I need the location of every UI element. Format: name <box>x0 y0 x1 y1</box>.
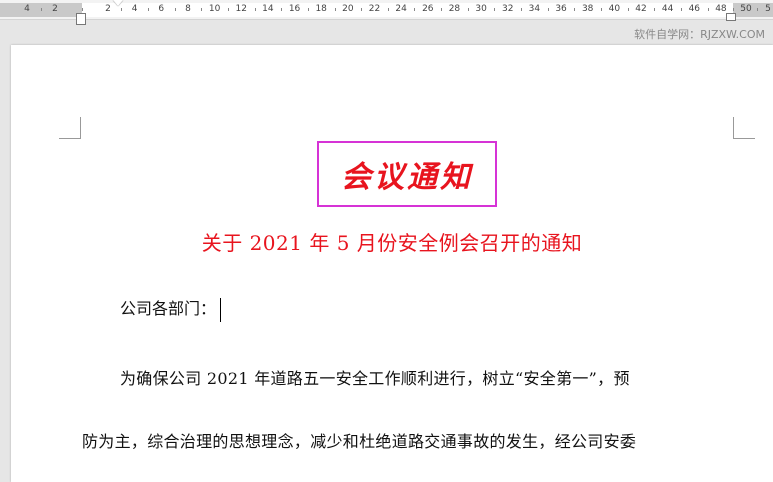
document-page[interactable]: 会议通知 关于 2021 年 5 月份安全例会召开的通知 公司各部门： 为确保公… <box>11 45 773 482</box>
ruler-number: 22 <box>368 4 381 14</box>
ruler-tick <box>121 8 123 11</box>
ruler-number: 42 <box>635 4 647 14</box>
ruler-number: 2 <box>105 4 111 14</box>
margin-corner-right-marker <box>733 117 755 139</box>
margin-corner-left-marker <box>59 117 81 139</box>
site-watermark: 软件自学网：RJZXW.COM <box>634 28 765 41</box>
ruler-number: 34 <box>528 4 541 14</box>
document-subtitle[interactable]: 关于 2021 年 5 月份安全例会召开的通知 <box>11 227 773 256</box>
title-selection-box[interactable]: 会议通知 <box>317 141 497 207</box>
ruler-number: 6 <box>158 4 165 14</box>
ruler-tick <box>387 8 389 11</box>
paragraph-line-2[interactable]: 防为主，综合治理的思想理念，减少和杜绝道路交通事故的发生，经公司安委 <box>82 428 636 452</box>
left-indent-marker[interactable] <box>76 13 86 25</box>
ruler-tick <box>227 8 229 11</box>
ruler-number: 2 <box>52 4 58 14</box>
ruler-number: 38 <box>581 4 594 14</box>
ruler-number: 28 <box>448 4 461 14</box>
ruler-tick <box>757 8 758 11</box>
ruler-number: 20 <box>342 4 354 14</box>
ruler-tick <box>254 8 256 11</box>
ruler-number: 5 <box>765 4 771 14</box>
text-cursor <box>220 297 222 322</box>
ruler-tick <box>547 8 549 11</box>
paragraph-line-1[interactable]: 为确保公司 2021 年道路五一安全工作顺利进行，树立“安全第一”，预 <box>120 365 630 389</box>
ruler-tick <box>41 8 42 11</box>
ruler-tick <box>414 8 416 11</box>
ruler-number: 16 <box>288 4 301 14</box>
first-line-indent-marker[interactable] <box>113 0 123 6</box>
ruler-tick <box>307 8 309 11</box>
ruler-number: 12 <box>235 4 247 14</box>
horizontal-ruler[interactable]: 4 2 2 4 6 8 10 12 14 16 18 20 22 24 26 28 30 32 34 36 38 40 42… <box>0 0 773 25</box>
ruler-tick <box>601 8 603 11</box>
ruler-tick <box>680 8 682 11</box>
ruler-number: 46 <box>688 4 701 14</box>
right-indent-marker[interactable] <box>726 13 736 21</box>
ruler-tick <box>494 8 496 11</box>
salutation-line[interactable]: 公司各部门： <box>120 295 222 322</box>
ruler-tick <box>334 8 336 11</box>
ruler-number: 50 <box>740 4 752 14</box>
ruler-tick <box>201 8 203 11</box>
ruler-number: 32 <box>502 4 514 14</box>
ruler-number: 18 <box>315 4 327 14</box>
ruler-number: 36 <box>555 4 567 14</box>
ruler-tick <box>174 8 176 11</box>
ruler-number: 14 <box>262 4 274 14</box>
document-title[interactable]: 会议通知 <box>341 152 473 196</box>
ruler-tick <box>627 8 629 11</box>
ruler-tick <box>361 8 363 11</box>
ruler-number: 10 <box>208 4 221 14</box>
ruler-tick <box>574 8 576 11</box>
ruler-tick <box>147 8 149 11</box>
ruler-tick <box>467 8 469 11</box>
ruler-tick <box>733 8 735 11</box>
salutation-text: 公司各部门： <box>120 299 217 318</box>
ruler-tick <box>707 8 709 11</box>
ruler-number: 30 <box>475 4 487 14</box>
ruler-number: 44 <box>661 4 674 14</box>
ruler-number: 24 <box>395 4 407 14</box>
ruler-number: 4 <box>24 4 30 14</box>
ruler-tick <box>521 8 523 11</box>
ruler-tick <box>281 8 283 11</box>
ruler-number: 40 <box>608 4 621 14</box>
ruler-tick <box>81 8 83 11</box>
ruler-tick <box>654 8 656 11</box>
ruler-tick <box>441 8 443 11</box>
ruler-number: 48 <box>715 4 727 14</box>
ruler-number: 8 <box>185 4 191 14</box>
ruler-number: 4 <box>131 4 138 14</box>
ruler-number: 26 <box>422 4 434 14</box>
